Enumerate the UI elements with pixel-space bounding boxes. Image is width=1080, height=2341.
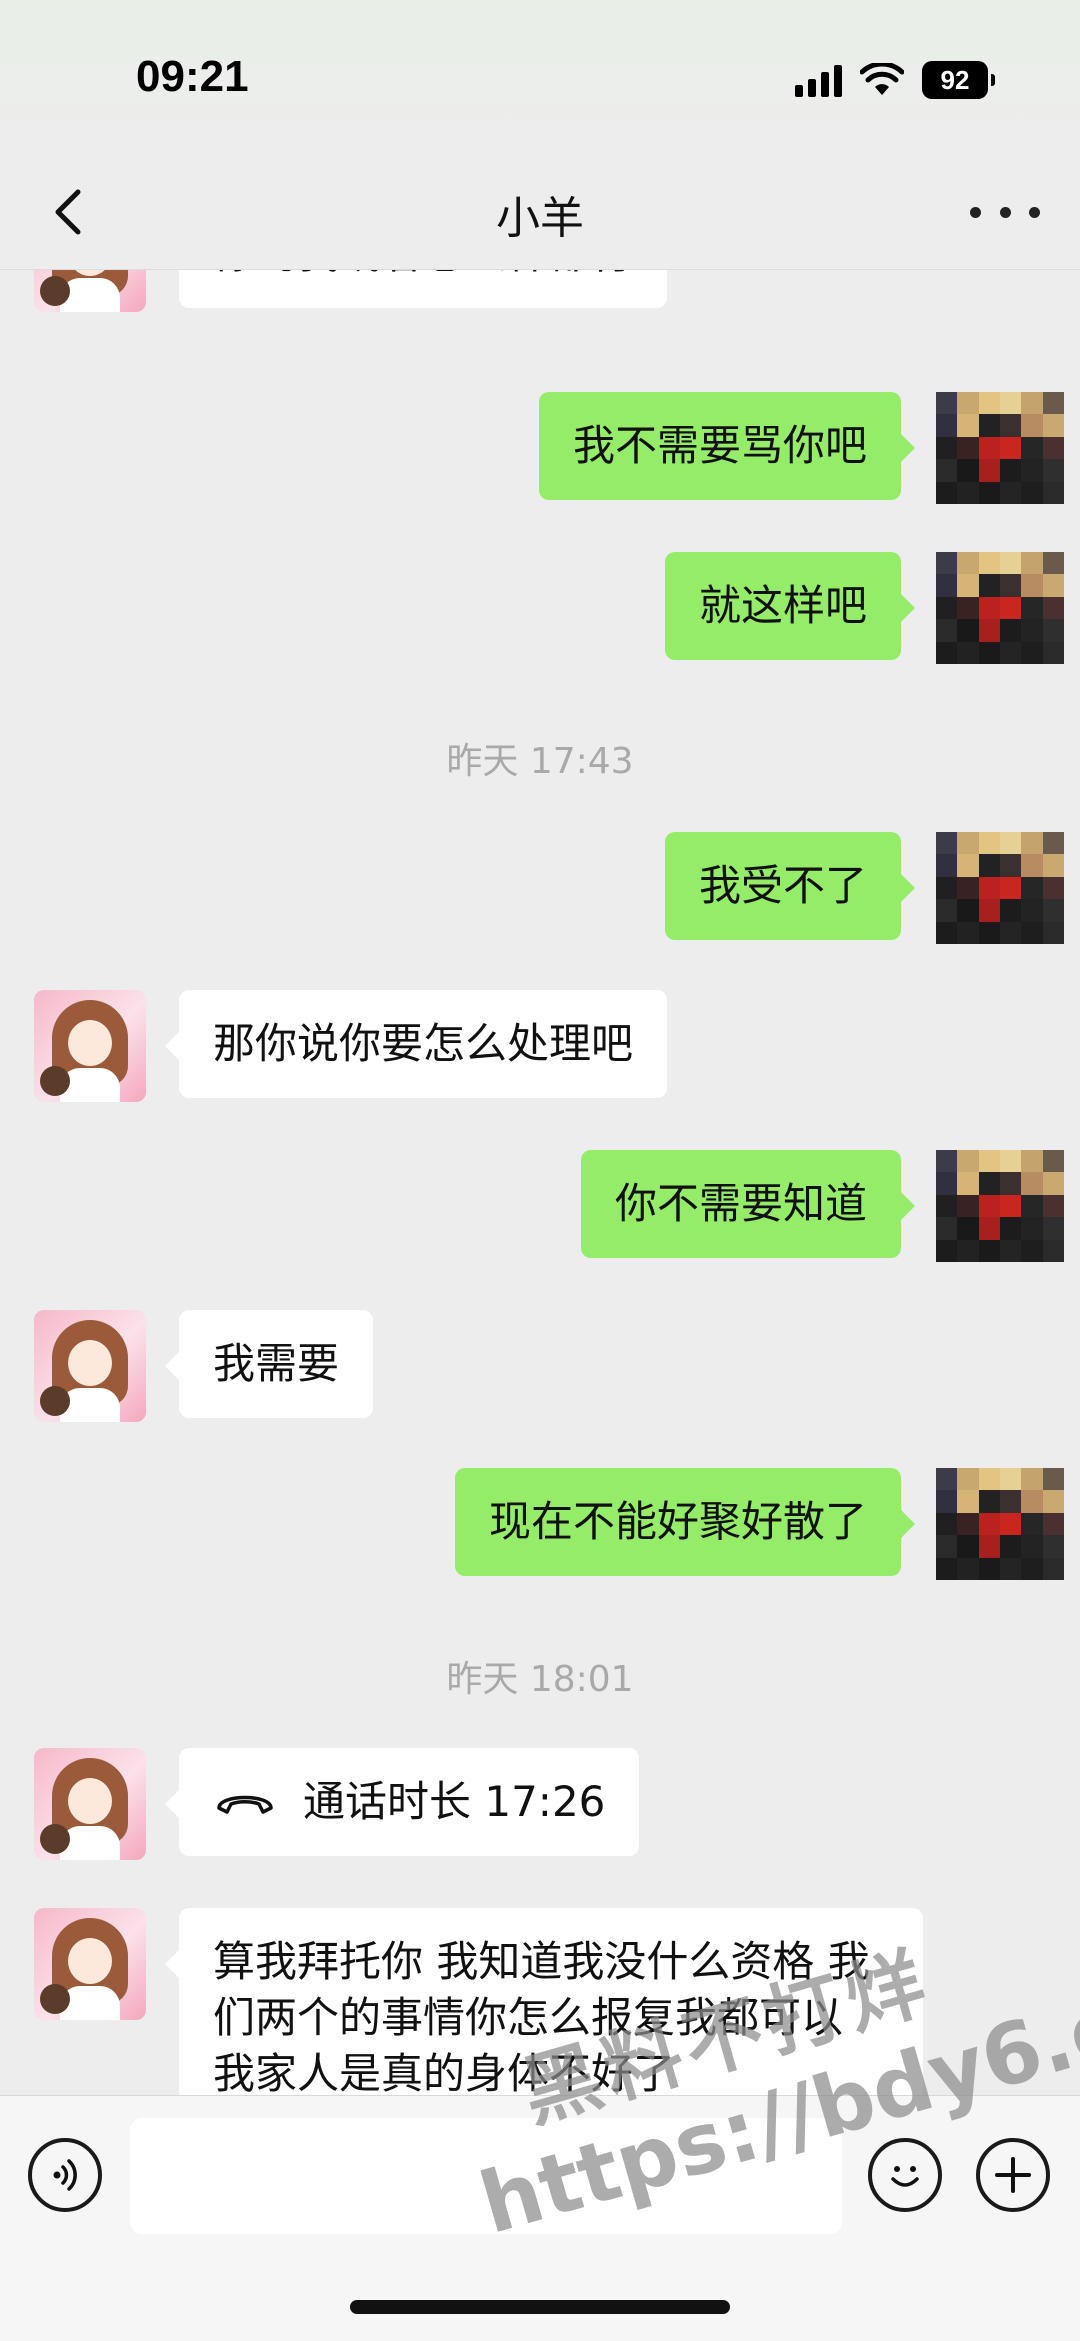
battery-level: 92: [940, 64, 970, 95]
contact-avatar[interactable]: [34, 990, 146, 1102]
contact-avatar[interactable]: [34, 1748, 146, 1860]
more-options-icon[interactable]: [970, 182, 1040, 242]
outgoing-message[interactable]: 你不需要知道: [580, 1150, 916, 1258]
battery-icon: 92: [922, 61, 995, 99]
cellular-signal-icon: [795, 63, 842, 97]
my-avatar[interactable]: [936, 1150, 1064, 1262]
emoji-icon[interactable]: [868, 2138, 942, 2212]
status-bar: 09:21 92: [0, 0, 1080, 160]
outgoing-message[interactable]: 我受不了: [664, 832, 916, 940]
incoming-message[interactable]: 你骂我或者怎么样都行: [179, 270, 668, 308]
home-indicator: [350, 2300, 730, 2314]
outgoing-message[interactable]: 我不需要骂你吧: [538, 392, 916, 500]
outgoing-message[interactable]: 就这样吧: [664, 552, 916, 660]
chat-title: 小羊: [496, 193, 584, 244]
incoming-message[interactable]: 我需要: [164, 1310, 374, 1418]
contact-avatar[interactable]: [34, 1908, 146, 2020]
voice-input-icon[interactable]: [28, 2138, 102, 2212]
message-list[interactable]: 你骂我或者怎么样都行 我不需要骂你吧 就这样吧 昨天 17:43 我受不了: [0, 270, 1080, 2095]
my-avatar[interactable]: [936, 1468, 1064, 1580]
incoming-message[interactable]: 那你说你要怎么处理吧: [164, 990, 668, 1098]
message-input[interactable]: [130, 2118, 842, 2234]
contact-avatar[interactable]: [34, 270, 146, 312]
timestamp: 昨天 18:01: [446, 1659, 634, 1700]
plus-icon[interactable]: [976, 2138, 1050, 2212]
my-avatar[interactable]: [936, 552, 1064, 664]
contact-avatar[interactable]: [34, 1310, 146, 1422]
phone-hangup-icon: [217, 1795, 273, 1814]
incoming-message[interactable]: 算我拜托你 我知道我没什么资格 我们两个的事情你怎么报复我都可以 我家人是真的身…: [165, 1908, 923, 2095]
status-icons: 92: [795, 56, 995, 104]
call-record-message[interactable]: 通话时长 17:26: [164, 1748, 640, 1856]
wifi-icon: [860, 63, 904, 95]
timestamp: 昨天 17:43: [446, 741, 634, 782]
call-duration-text: 通话时长 17:26: [303, 1777, 606, 1826]
outgoing-message[interactable]: 现在不能好聚好散了: [454, 1468, 916, 1576]
my-avatar[interactable]: [936, 392, 1064, 504]
chat-header: 小羊: [0, 160, 1080, 270]
my-avatar[interactable]: [936, 832, 1064, 944]
status-time: 09:21: [136, 52, 249, 101]
